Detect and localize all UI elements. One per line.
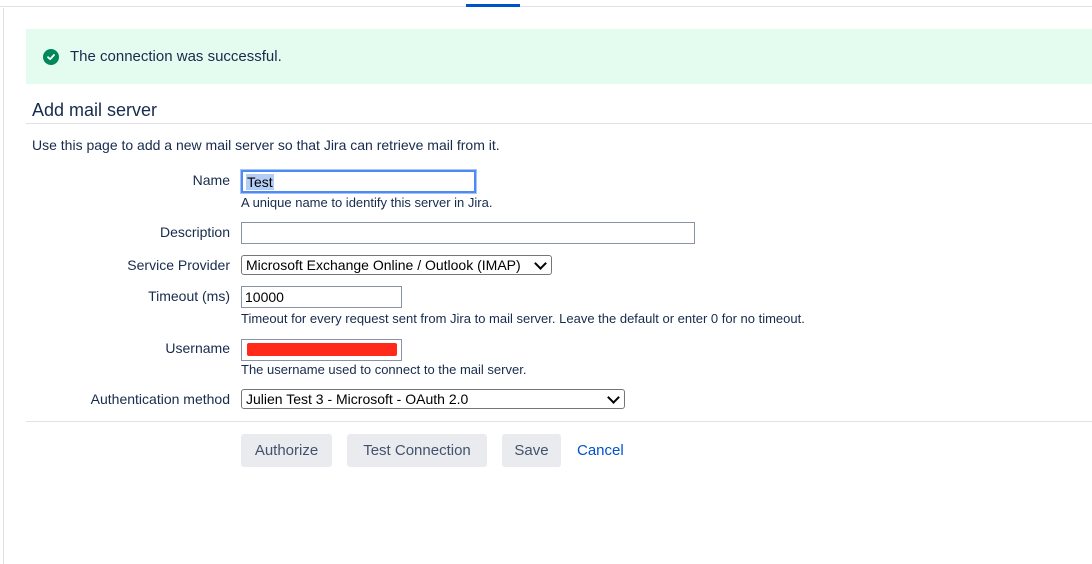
- chevron-down-icon: [534, 256, 547, 270]
- active-tab-indicator: [466, 4, 520, 7]
- chevron-down-icon: [607, 390, 620, 404]
- timeout-help: Timeout for every request sent from Jira…: [241, 311, 805, 326]
- service-provider-label: Service Provider: [127, 257, 230, 273]
- timeout-label: Timeout (ms): [148, 288, 230, 304]
- title-divider: [26, 123, 1092, 124]
- auth-method-select[interactable]: Julien Test 3 - Microsoft - OAuth 2.0: [241, 389, 625, 409]
- test-connection-button[interactable]: Test Connection: [347, 434, 487, 467]
- timeout-input[interactable]: 10000: [241, 286, 402, 308]
- name-input[interactable]: Test: [240, 169, 477, 194]
- top-nav-border: [0, 0, 1092, 7]
- timeout-input-value: 10000: [245, 289, 284, 305]
- auth-method-value: Julien Test 3 - Microsoft - OAuth 2.0: [246, 391, 469, 407]
- description-input[interactable]: [241, 222, 695, 244]
- redaction-mark: [247, 343, 397, 356]
- name-label: Name: [192, 172, 230, 188]
- check-circle-icon: [43, 48, 59, 65]
- service-provider-select[interactable]: Microsoft Exchange Online / Outlook (IMA…: [241, 255, 552, 275]
- left-divider: [3, 8, 4, 564]
- success-banner: The connection was successful.: [26, 29, 1092, 84]
- auth-method-label: Authentication method: [90, 391, 230, 407]
- form-divider: [26, 421, 1092, 422]
- success-message: The connection was successful.: [70, 48, 282, 65]
- cancel-link[interactable]: Cancel: [577, 442, 624, 459]
- name-input-value: Test: [246, 173, 274, 190]
- page-intro: Use this page to add a new mail server s…: [32, 137, 500, 153]
- save-button[interactable]: Save: [502, 434, 561, 467]
- authorize-button[interactable]: Authorize: [241, 434, 332, 467]
- name-help: A unique name to identify this server in…: [241, 195, 493, 210]
- service-provider-value: Microsoft Exchange Online / Outlook (IMA…: [246, 257, 521, 273]
- page-title: Add mail server: [32, 100, 158, 120]
- username-label: Username: [165, 340, 230, 356]
- username-input[interactable]: [241, 339, 402, 361]
- description-label: Description: [159, 224, 230, 240]
- username-help: The username used to connect to the mail…: [241, 362, 527, 377]
